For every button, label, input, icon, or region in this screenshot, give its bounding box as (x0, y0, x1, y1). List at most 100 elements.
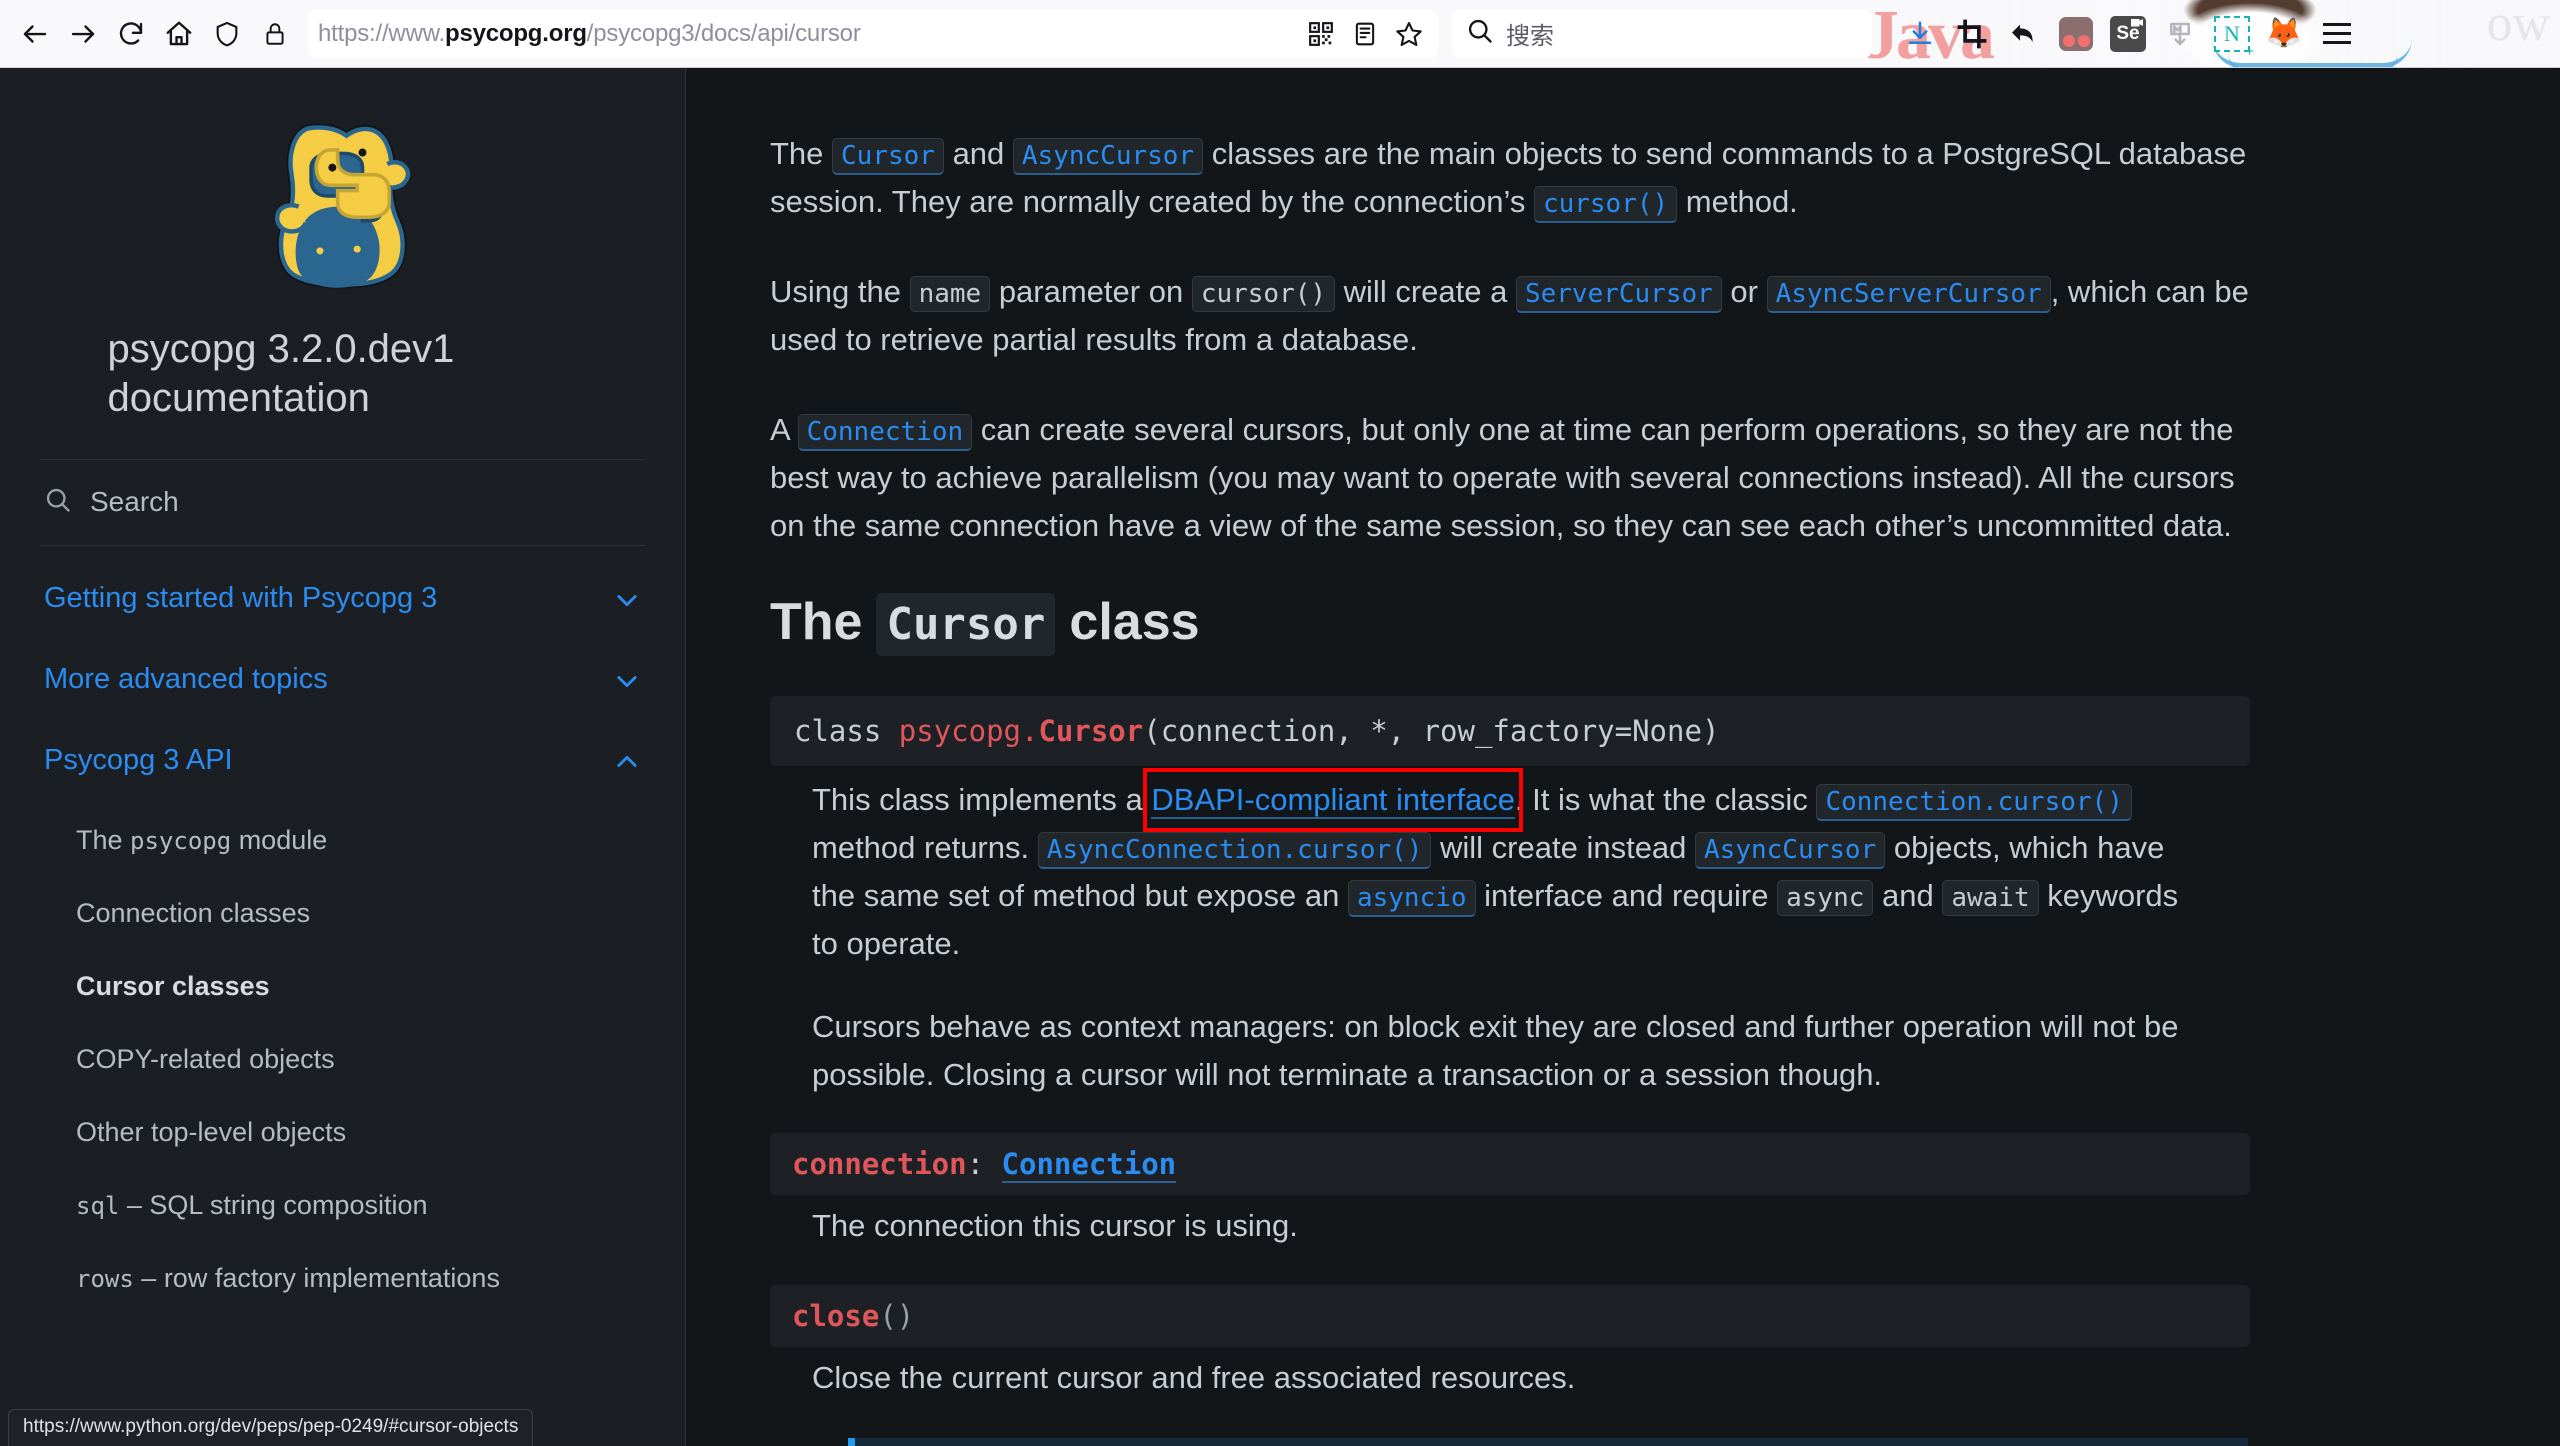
signature-keyword: class (794, 714, 882, 749)
crop-icon[interactable] (1950, 12, 1994, 56)
member-name: close (792, 1299, 880, 1334)
sidebar-subnav-api: The psycopg module Connection classes Cu… (44, 823, 641, 1297)
sidebar-item-cursor-classes[interactable]: Cursor classes (44, 969, 641, 1004)
download-icon[interactable] (1898, 12, 1942, 56)
markdown-download-icon[interactable] (2158, 12, 2202, 56)
status-bar-url: https://www.python.org/dev/peps/pep-0249… (8, 1409, 534, 1446)
star-bookmark-icon[interactable] (1390, 15, 1428, 53)
metamask-fox-glyph: 🦊 (2265, 16, 2303, 50)
red-dots-extension-icon[interactable] (2054, 12, 2098, 56)
intro-paragraph-2: Using the name parameter on cursor() wil… (770, 274, 2249, 358)
sidebar-item-label: More advanced topics (44, 662, 328, 695)
page-title: The Cursor class (770, 592, 2260, 657)
sidebar-item-getting-started[interactable]: Getting started with Psycopg 3 (44, 580, 641, 619)
note-admonition: Note (848, 1437, 2248, 1446)
forward-arrow-icon[interactable] (60, 11, 106, 57)
class-description: This class implements a DBAPI-compliant … (770, 768, 2210, 1098)
code-connection-cursor[interactable]: Connection.cursor() (1816, 784, 2132, 822)
toolbar-search-box[interactable]: 搜索 (1452, 9, 1872, 58)
notion-clipper-label: N (2214, 15, 2254, 60)
sidebar-search-input[interactable]: Search (0, 460, 685, 545)
hamburger-menu-icon[interactable] (2314, 11, 2360, 57)
metamask-fox-icon[interactable]: 🦊 (2262, 12, 2306, 56)
signature-params: (connection, *, row_factory=None) (1143, 714, 1720, 749)
signature-classname: Cursor (1038, 714, 1144, 749)
sidebar-item-label: Getting started with Psycopg 3 (44, 581, 438, 614)
sidebar-item-other-top-level[interactable]: Other top-level objects (44, 1115, 641, 1150)
member-connection-signature: connection: Connection (770, 1132, 2250, 1195)
address-bar-icons (1302, 15, 1428, 53)
reader-mode-icon[interactable] (1346, 15, 1384, 53)
sidebar-item-rows-factory[interactable]: rows – row factory implementations (44, 1261, 641, 1296)
highlight-box: DBAPI-compliant interface (1143, 768, 1523, 833)
wallpaper-ghost-text: ow (2486, 0, 2550, 52)
sidebar-item-copy-objects[interactable]: COPY-related objects (44, 1042, 641, 1077)
sidebar-search-placeholder: Search (90, 486, 179, 518)
code-asynccursor[interactable]: AsyncCursor (1012, 138, 1204, 175)
sidebar-item-connection-classes[interactable]: Connection classes (44, 896, 641, 931)
search-icon (44, 486, 72, 519)
member-close-description: Close the current cursor and free associ… (812, 1360, 1576, 1396)
code-connection[interactable]: Connection (797, 414, 973, 452)
code-await-keyword: await (1942, 880, 2039, 917)
selenium-ide-icon[interactable]: Se (2106, 12, 2150, 56)
brand-block: psycopg 3.2.0.dev1 documentation (0, 68, 685, 423)
chevron-up-icon[interactable] (613, 748, 641, 781)
navigation-buttons (0, 11, 298, 57)
sidebar-item-psycopg-module[interactable]: The psycopg module (44, 823, 641, 858)
code-asynccursor-ref[interactable]: AsyncCursor (1695, 832, 1886, 870)
code-name-param: name (909, 276, 991, 313)
sidebar-item-sql-composition[interactable]: sql – SQL string composition (44, 1188, 641, 1223)
code-asyncconnection-cursor[interactable]: AsyncConnection.cursor() (1037, 832, 1432, 870)
class-signature: class psycopg.Cursor(connection, *, row_… (770, 696, 2250, 767)
docs-main-content: The Cursor and AsyncCursor classes are t… (686, 68, 2560, 1446)
home-icon[interactable] (156, 11, 202, 57)
note-admonition-title: Note (855, 1437, 2248, 1446)
reload-icon[interactable] (108, 11, 154, 57)
intro-paragraph-1: The Cursor and AsyncCursor classes are t… (770, 130, 2260, 226)
chevron-down-icon[interactable] (613, 586, 641, 619)
intro-paragraph-3: A Connection can create several cursors,… (770, 412, 2235, 544)
sidebar-nav: Getting started with Psycopg 3 More adva… (0, 546, 685, 1297)
search-placeholder: 搜索 (1506, 23, 1554, 50)
code-servercursor[interactable]: ServerCursor (1515, 276, 1722, 314)
sidebar-item-psycopg-api[interactable]: Psycopg 3 API (44, 742, 641, 781)
sidebar-item-advanced-topics[interactable]: More advanced topics (44, 661, 641, 700)
dbapi-compliant-interface-link[interactable]: DBAPI-compliant interface (1151, 782, 1515, 820)
member-name: connection (792, 1146, 967, 1181)
member-connection-description: The connection this cursor is using. (812, 1207, 1298, 1243)
member-type-link[interactable]: Connection (1001, 1146, 1177, 1183)
shield-icon[interactable] (204, 11, 250, 57)
browser-window: Java ow https://www.psycopg.org/psycopg3… (0, 0, 2560, 1446)
address-bar-url: https://www.psycopg.org/psycopg3/docs/ap… (318, 19, 861, 47)
chevron-down-icon[interactable] (613, 667, 641, 700)
sidebar-title: psycopg 3.2.0.dev1 documentation (107, 327, 455, 420)
selenium-ide-label: Se (2110, 15, 2146, 52)
back-arrow-icon[interactable] (12, 11, 58, 57)
qr-code-icon[interactable] (1302, 15, 1340, 53)
code-async-keyword: async (1777, 880, 1874, 917)
psycopg-elephant-python-logo (254, 102, 432, 297)
page-viewport: psycopg 3.2.0.dev1 documentation Search … (0, 68, 2560, 1446)
sidebar-item-label: Psycopg 3 API (44, 743, 233, 776)
member-close-signature: close() (770, 1285, 2250, 1348)
notion-clipper-icon[interactable]: N (2210, 12, 2254, 60)
signature-module: psycopg. (898, 714, 1039, 749)
context-manager-paragraph: Cursors behave as context managers: on b… (812, 1008, 2179, 1092)
undo-icon[interactable] (2002, 12, 2046, 56)
code-cursor-call: cursor() (1191, 276, 1336, 313)
code-asyncio[interactable]: asyncio (1347, 880, 1476, 918)
browser-toolbar: Java ow https://www.psycopg.org/psycopg3… (0, 0, 2560, 68)
member-separator: : (966, 1146, 1002, 1181)
code-cursor-method[interactable]: cursor() (1533, 186, 1678, 224)
class-description-paragraph: This class implements a DBAPI-compliant … (812, 768, 2210, 968)
member-parens: () (879, 1299, 915, 1334)
code-cursor[interactable]: Cursor (832, 138, 944, 175)
code-asyncservercursor[interactable]: AsyncServerCursor (1766, 276, 2051, 314)
address-bar[interactable]: https://www.psycopg.org/psycopg3/docs/ap… (308, 9, 1438, 58)
search-icon (1466, 17, 1494, 50)
heading-code-cursor: Cursor (876, 593, 1056, 657)
lock-icon[interactable] (252, 11, 298, 57)
docs-sidebar: psycopg 3.2.0.dev1 documentation Search … (0, 68, 686, 1446)
extension-toolbar: Se N 🦊 (1898, 11, 2360, 60)
